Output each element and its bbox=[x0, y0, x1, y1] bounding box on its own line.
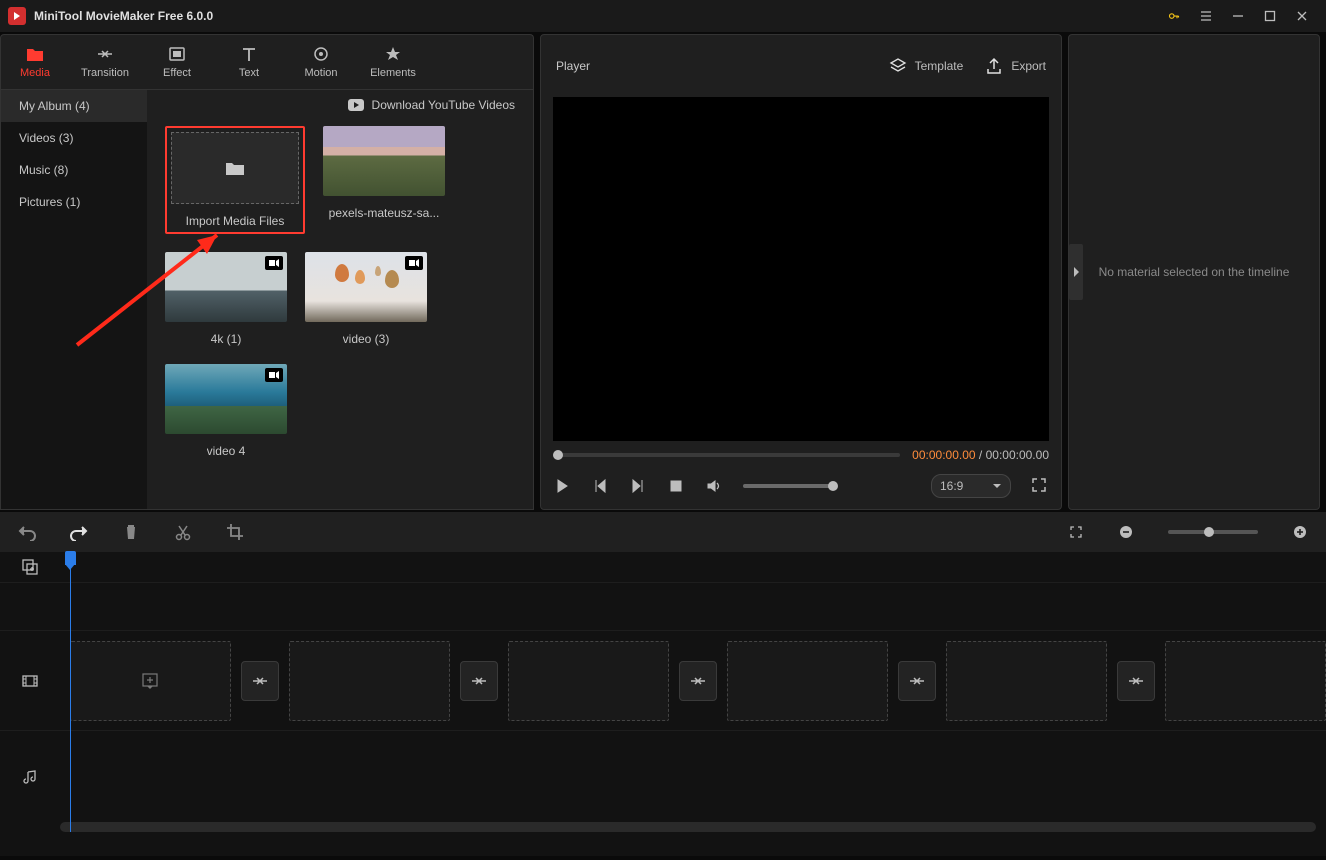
panel-collapse-handle[interactable] bbox=[1069, 244, 1083, 300]
transition-slot[interactable] bbox=[898, 661, 936, 701]
audio-track[interactable] bbox=[60, 731, 1326, 822]
zoom-slider[interactable] bbox=[1168, 530, 1258, 534]
crop-button[interactable] bbox=[226, 523, 244, 541]
media-categories: My Album (4) Videos (3) Music (8) Pictur… bbox=[1, 90, 147, 509]
video-badge-icon bbox=[405, 256, 423, 270]
inspector-panel: No material selected on the timeline bbox=[1068, 34, 1320, 510]
title-track[interactable] bbox=[60, 583, 1326, 630]
player-title: Player bbox=[556, 59, 867, 73]
fit-zoom-button[interactable] bbox=[1068, 524, 1084, 540]
audio-track-icon bbox=[0, 731, 60, 822]
clip-slot[interactable] bbox=[70, 641, 231, 721]
media-grid: Download YouTube Videos Import Media Fil… bbox=[147, 90, 533, 509]
playhead[interactable] bbox=[70, 552, 71, 832]
maximize-button[interactable] bbox=[1254, 0, 1286, 32]
transition-slot[interactable] bbox=[1117, 661, 1155, 701]
player-panel: Player Template Export 00:00:00.00 / 00:… bbox=[540, 34, 1062, 510]
clip-slot[interactable] bbox=[289, 641, 450, 721]
sidebar-item-myalbum[interactable]: My Album (4) bbox=[1, 90, 147, 122]
folder-icon bbox=[171, 132, 299, 204]
tab-media[interactable]: Media bbox=[1, 35, 69, 89]
video-track[interactable] bbox=[60, 631, 1326, 730]
chevron-down-icon bbox=[992, 481, 1002, 491]
menu-icon[interactable] bbox=[1190, 0, 1222, 32]
timeline-toolbar bbox=[0, 512, 1326, 552]
transition-slot[interactable] bbox=[679, 661, 717, 701]
thumbnail bbox=[165, 252, 287, 322]
media-item[interactable]: 4k (1) bbox=[165, 252, 287, 346]
sidebar-item-music[interactable]: Music (8) bbox=[1, 154, 147, 186]
transition-slot[interactable] bbox=[460, 661, 498, 701]
app-logo bbox=[8, 7, 26, 25]
add-track-button[interactable] bbox=[0, 552, 60, 582]
video-badge-icon bbox=[265, 368, 283, 382]
volume-slider[interactable] bbox=[743, 484, 833, 488]
minimize-button[interactable] bbox=[1222, 0, 1254, 32]
split-button[interactable] bbox=[174, 523, 192, 541]
volume-button[interactable] bbox=[705, 477, 723, 495]
import-media-button[interactable]: Import Media Files bbox=[165, 126, 305, 234]
tab-effect[interactable]: Effect bbox=[141, 35, 213, 89]
clip-slot[interactable] bbox=[727, 641, 888, 721]
upgrade-key-icon[interactable] bbox=[1158, 0, 1190, 32]
template-button[interactable]: Template bbox=[889, 57, 964, 75]
download-youtube-link[interactable]: Download YouTube Videos bbox=[147, 90, 533, 120]
undo-button[interactable] bbox=[18, 523, 36, 541]
thumbnail bbox=[323, 126, 445, 196]
play-button[interactable] bbox=[553, 477, 571, 495]
tab-text[interactable]: Text bbox=[213, 35, 285, 89]
thumbnail bbox=[165, 364, 287, 434]
seek-slider[interactable] bbox=[553, 453, 900, 457]
fullscreen-button[interactable] bbox=[1031, 477, 1049, 495]
ruler[interactable] bbox=[60, 552, 1326, 582]
sidebar-item-videos[interactable]: Videos (3) bbox=[1, 122, 147, 154]
export-button[interactable]: Export bbox=[985, 57, 1046, 75]
transition-slot[interactable] bbox=[241, 661, 279, 701]
media-item[interactable]: video 4 bbox=[165, 364, 287, 458]
clip-slot[interactable] bbox=[508, 641, 669, 721]
prev-frame-button[interactable] bbox=[591, 477, 609, 495]
thumbnail bbox=[305, 252, 427, 322]
timeline-scrollbar[interactable] bbox=[60, 822, 1316, 832]
sidebar-item-pictures[interactable]: Pictures (1) bbox=[1, 186, 147, 218]
aspect-ratio-select[interactable]: 16:9 bbox=[931, 474, 1011, 498]
media-item[interactable]: pexels-mateusz-sa... bbox=[323, 126, 445, 234]
next-frame-button[interactable] bbox=[629, 477, 647, 495]
video-badge-icon bbox=[265, 256, 283, 270]
inspector-empty-text: No material selected on the timeline bbox=[1099, 265, 1290, 279]
close-button[interactable] bbox=[1286, 0, 1318, 32]
clip-slot[interactable] bbox=[1165, 641, 1326, 721]
media-panel: Media Transition Effect Text Motion Elem… bbox=[0, 34, 534, 510]
timeline bbox=[0, 552, 1326, 856]
tab-elements[interactable]: Elements bbox=[357, 35, 429, 89]
main-tabs: Media Transition Effect Text Motion Elem… bbox=[0, 34, 534, 89]
delete-button[interactable] bbox=[122, 523, 140, 541]
clip-slot[interactable] bbox=[946, 641, 1107, 721]
tab-motion[interactable]: Motion bbox=[285, 35, 357, 89]
redo-button[interactable] bbox=[70, 523, 88, 541]
video-track-icon bbox=[0, 631, 60, 730]
zoom-in-button[interactable] bbox=[1292, 524, 1308, 540]
app-title: MiniTool MovieMaker Free 6.0.0 bbox=[34, 9, 1158, 23]
title-bar: MiniTool MovieMaker Free 6.0.0 bbox=[0, 0, 1326, 32]
zoom-out-button[interactable] bbox=[1118, 524, 1134, 540]
media-item[interactable]: video (3) bbox=[305, 252, 427, 346]
video-preview[interactable] bbox=[553, 97, 1049, 441]
tab-transition[interactable]: Transition bbox=[69, 35, 141, 89]
timecode: 00:00:00.00 / 00:00:00.00 bbox=[912, 448, 1049, 462]
stop-button[interactable] bbox=[667, 477, 685, 495]
